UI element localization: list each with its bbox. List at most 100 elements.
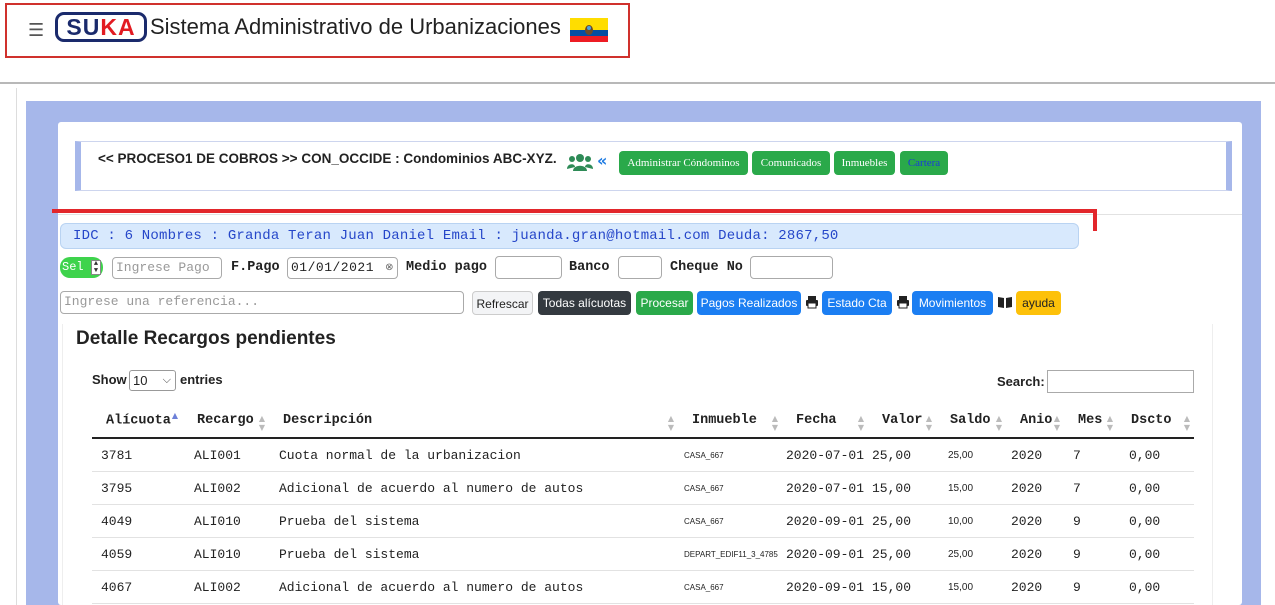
cell-alicuota: 4049	[92, 504, 183, 538]
col-header-inmueble[interactable]: Inmueble ▲ ▼	[678, 403, 782, 439]
cell-descripcion: Cuota normal de la urbanizacion	[269, 438, 678, 472]
table-row[interactable]: 3795 ALI002 Adicional de acuerdo al nume…	[92, 471, 1194, 505]
cell-dscto: 0,00	[1117, 471, 1194, 505]
search-label: Search:	[997, 374, 1045, 389]
fpago-date-input[interactable]: 01/01/2021 ⊗	[287, 257, 398, 279]
col-header-alicuota[interactable]: Alícuota▲	[92, 403, 183, 439]
printer-icon[interactable]	[805, 295, 819, 309]
col-header-mes[interactable]: Mes ▲ ▼	[1064, 403, 1117, 439]
cell-inmueble: CASA_667	[678, 570, 782, 604]
process-title: << PROCESO1 DE COBROS >> CON_OCCIDE : Co…	[98, 151, 557, 166]
entries-value: 10	[133, 373, 148, 388]
table-row[interactable]: 4067 ALI002 Adicional de acuerdo al nume…	[92, 570, 1194, 604]
col-header-saldo[interactable]: Saldo ▲ ▼	[936, 403, 1006, 439]
suka-logo[interactable]: SU KA	[55, 12, 147, 42]
medio-pago-label: Medio pago	[406, 260, 488, 275]
cell-inmueble: CASA_667	[678, 438, 782, 472]
entries-label: entries	[180, 372, 223, 387]
cell-mes: 9	[1064, 570, 1117, 604]
cell-valor: 15,00	[868, 471, 936, 505]
cell-valor: 15,00	[868, 570, 936, 604]
cell-dscto: 0,00	[1117, 570, 1194, 604]
cell-valor: 25,00	[868, 537, 936, 571]
cell-fecha: 2020-09-01	[782, 504, 868, 538]
todas-alicuotas-button[interactable]: Todas alícuotas	[538, 291, 631, 315]
fpago-label: F.Pago	[231, 260, 280, 275]
col-header-dscto[interactable]: Dscto ▲ ▼	[1117, 403, 1194, 439]
sort-icon: ▲ ▼	[925, 414, 932, 432]
administrar-condominos-button[interactable]: Administrar Cóndominos	[619, 151, 748, 175]
cell-mes: 9	[1064, 537, 1117, 571]
cell-fecha: 2020-07-01	[782, 471, 868, 505]
red-highlight-tick	[1093, 209, 1097, 231]
comunicados-button[interactable]: Comunicados	[752, 151, 830, 175]
table-row[interactable]: 4059 ALI010 Prueba del sistema DEPART_ED…	[92, 537, 1194, 571]
cell-anio: 2020	[1006, 471, 1064, 505]
banco-input[interactable]	[618, 256, 662, 279]
sel-stepper[interactable]: Sel ▲ ▼	[60, 257, 103, 278]
sel-label: Sel	[62, 260, 84, 274]
estado-cta-button[interactable]: Estado Cta	[822, 291, 892, 315]
red-highlight-line	[52, 209, 1097, 213]
cell-inmueble: DEPART_EDIF11_3_4785	[678, 537, 782, 571]
double-chevron-left-icon[interactable]: «	[597, 151, 607, 170]
printer-icon[interactable]	[896, 295, 910, 309]
cell-alicuota: 3781	[92, 438, 183, 472]
sort-icon: ▲ ▼	[857, 414, 864, 432]
cell-valor: 25,00	[868, 504, 936, 538]
cell-descripcion: Prueba del sistema	[269, 504, 678, 538]
cell-fecha: 2020-09-01	[782, 537, 868, 571]
cell-valor: 25,00	[868, 438, 936, 472]
cell-mes: 9	[1064, 504, 1117, 538]
procesar-button[interactable]: Procesar	[636, 291, 693, 315]
cell-saldo: 15,00	[936, 570, 1006, 604]
cell-recargo: ALI001	[183, 438, 269, 472]
col-header-descripcion[interactable]: Descripción ▲ ▼	[269, 403, 678, 439]
hamburger-icon[interactable]: ☰	[28, 20, 44, 41]
table-row[interactable]: 4049 ALI010 Prueba del sistema CASA_667 …	[92, 504, 1194, 538]
cell-dscto: 0,00	[1117, 537, 1194, 571]
chevron-down-icon: ⌵	[162, 373, 171, 386]
cell-dscto: 0,00	[1117, 504, 1194, 538]
users-icon[interactable]	[567, 153, 593, 171]
sort-icon: ▲ ▼	[1106, 414, 1113, 432]
app-title: Sistema Administrativo de Urbanizaciones	[150, 14, 561, 39]
cheque-label: Cheque No	[670, 260, 743, 275]
cartera-button[interactable]: Cartera	[900, 151, 948, 175]
pago-input[interactable]: Ingrese Pago	[112, 257, 222, 279]
recargos-table: Alícuota▲ Recargo ▲ ▼ Descripción ▲ ▼ Inmueb…	[92, 403, 1194, 604]
detail-title: Detalle Recargos pendientes	[76, 328, 336, 349]
sort-icon: ▲ ▼	[995, 414, 1002, 432]
cell-inmueble: CASA_667	[678, 471, 782, 505]
referencia-input[interactable]: Ingrese una referencia...	[60, 291, 464, 314]
divider	[58, 214, 1242, 215]
table-row[interactable]: 3781 ALI001 Cuota normal de la urbanizac…	[92, 438, 1194, 472]
sort-icon: ▲ ▼	[771, 414, 778, 432]
cell-inmueble: CASA_667	[678, 504, 782, 538]
medio-pago-input[interactable]	[495, 256, 562, 279]
entries-select[interactable]: 10 ⌵	[129, 370, 176, 391]
sort-icon: ▲ ▼	[667, 414, 674, 432]
show-label: Show	[92, 372, 127, 387]
search-input[interactable]	[1047, 370, 1194, 393]
cell-saldo: 25,00	[936, 438, 1006, 472]
stepper-arrows-icon[interactable]: ▲ ▼	[91, 260, 101, 275]
cell-alicuota: 4067	[92, 570, 183, 604]
col-header-valor[interactable]: Valor ▲ ▼	[868, 403, 936, 439]
cell-mes: 7	[1064, 471, 1117, 505]
cell-recargo: ALI002	[183, 570, 269, 604]
ayuda-button[interactable]: ayuda	[1016, 291, 1061, 315]
refrescar-button[interactable]: Refrescar	[472, 291, 533, 315]
sort-icon: ▲ ▼	[1053, 414, 1060, 432]
movimientos-button[interactable]: Movimientos	[912, 291, 993, 315]
cheque-input[interactable]	[750, 256, 833, 279]
inmuebles-button[interactable]: Inmuebles	[834, 151, 895, 175]
cell-alicuota: 4059	[92, 537, 183, 571]
clear-date-icon[interactable]: ⊗	[385, 258, 394, 278]
pagos-realizados-button[interactable]: Pagos Realizados	[697, 291, 801, 315]
col-header-fecha[interactable]: Fecha ▲ ▼	[782, 403, 868, 439]
book-icon[interactable]	[997, 295, 1013, 309]
col-header-recargo[interactable]: Recargo ▲ ▼	[183, 403, 269, 439]
col-header-anio[interactable]: Anio ▲ ▼	[1006, 403, 1064, 439]
cell-anio: 2020	[1006, 537, 1064, 571]
